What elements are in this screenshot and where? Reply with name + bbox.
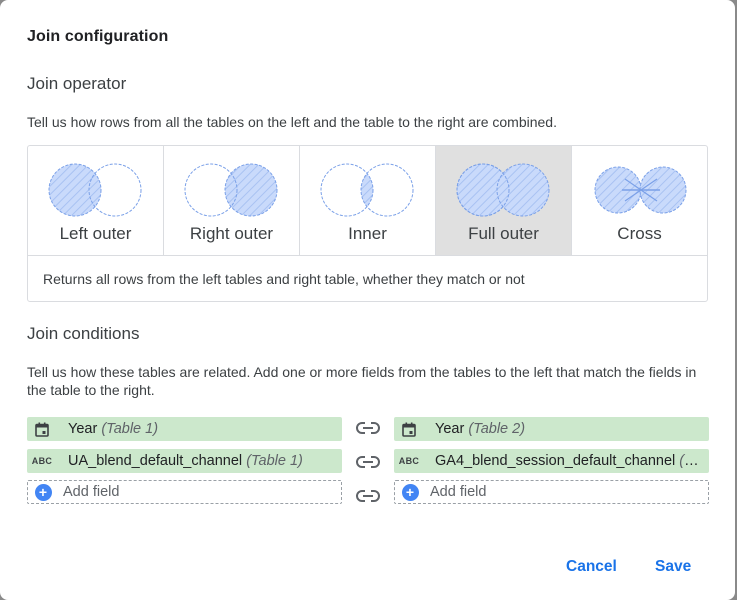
left-field-year[interactable]: Year (Table 1) (27, 417, 342, 441)
join-option-label: Full outer (468, 224, 539, 243)
link-icon (356, 456, 380, 468)
venn-cross-icon (594, 166, 686, 214)
link-icon (356, 490, 380, 502)
field-name: Year (68, 421, 98, 437)
venn-inner-icon (320, 163, 413, 217)
field-table: (Table 1) (101, 421, 159, 437)
cancel-button[interactable]: Cancel (566, 558, 617, 576)
join-conditions-heading: Join conditions (27, 324, 140, 343)
left-add-field-button[interactable]: + Add field (27, 480, 342, 504)
abc-text-icon: ABC (398, 456, 420, 466)
field-table: (Table 1) (246, 453, 303, 469)
right-field-year[interactable]: Year (Table 2) (394, 417, 709, 441)
calendar-icon (395, 422, 423, 437)
dialog-title: Join configuration (27, 28, 169, 45)
join-conditions-description: Tell us how these tables are related. Ad… (27, 364, 697, 398)
right-field-ga4-blend-session-default-channel[interactable]: ABC GA4_blend_session_default_channel (T… (394, 449, 709, 473)
join-option-label: Inner (348, 224, 387, 243)
field-table: (Table 2) (468, 421, 526, 437)
venn-left-outer-icon (48, 163, 141, 217)
join-option-label: Right outer (189, 224, 274, 243)
add-circle-icon: + (34, 483, 52, 501)
join-option-full-outer[interactable]: Full outer (436, 146, 572, 255)
add-field-label: Add field (430, 484, 487, 500)
venn-right-outer-icon (184, 163, 277, 217)
join-operator-heading: Join operator (27, 74, 127, 93)
field-name: Year (435, 421, 465, 437)
join-option-cross[interactable]: Cross (572, 146, 707, 255)
join-configuration-dialog: Join configuration Join operator Tell us… (0, 0, 735, 600)
abc-text-icon: ABC (31, 456, 53, 466)
link-icon (356, 422, 380, 434)
save-button[interactable]: Save (655, 558, 691, 576)
add-field-label: Add field (63, 484, 120, 500)
calendar-icon (28, 422, 56, 437)
add-circle-icon: + (401, 483, 419, 501)
field-name: GA4_blend_session_default_channel (435, 453, 676, 469)
join-option-left-outer[interactable]: Left outer (28, 146, 164, 255)
field-table: (Table 2) (679, 453, 705, 469)
join-option-inner[interactable]: Inner (300, 146, 436, 255)
join-operator-description: Tell us how rows from all the tables on … (27, 114, 557, 130)
join-option-right-outer[interactable]: Right outer (164, 146, 300, 255)
venn-full-outer-icon (456, 163, 549, 217)
selected-operator-description: Returns all rows from the left tables an… (43, 271, 525, 287)
left-field-ua-blend-default-channel[interactable]: ABC UA_blend_default_channel (Table 1) (27, 449, 342, 473)
right-add-field-button[interactable]: + Add field (394, 480, 709, 504)
join-option-label: Cross (617, 224, 662, 243)
join-option-label: Left outer (59, 224, 132, 243)
field-name: UA_blend_default_channel (68, 453, 243, 469)
join-operator-selector: Left outer Right outer Inner Full outer … (27, 145, 708, 302)
